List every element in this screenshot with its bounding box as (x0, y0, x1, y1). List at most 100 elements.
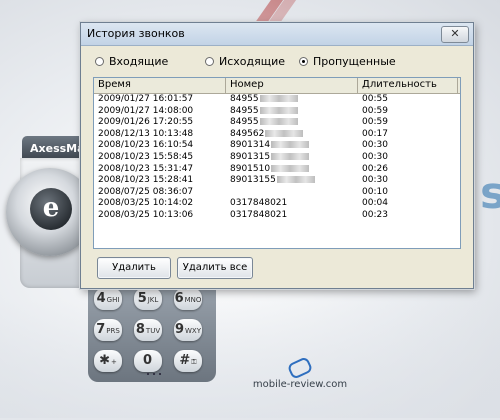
cell-number-text: 84955 (230, 117, 259, 128)
keypad-key-digit: # (179, 353, 191, 368)
keypad-key-letters: PRS (106, 327, 120, 335)
cell-time: 2008/10/23 15:58:45 (98, 151, 194, 162)
cell-time: 2008/10/23 16:10:54 (98, 140, 194, 151)
keypad-key-letters: ⚿ (191, 358, 197, 366)
masked-digits (259, 106, 298, 114)
table-row[interactable]: 2009/01/26 17:20:55 84955 00:59 (94, 117, 460, 129)
keypad-key[interactable]: 4GHI (94, 288, 122, 310)
cell-number: 8901315 (226, 152, 358, 164)
filter-radio-label: Исходящие (219, 55, 286, 68)
cell-time: 2009/01/27 14:08:00 (98, 105, 194, 116)
table-row[interactable]: 2008/10/23 16:10:54 8901314 00:30 (94, 140, 460, 152)
cell-number-text: 0317848021 (230, 198, 288, 209)
radio-checked-icon[interactable] (299, 57, 308, 66)
call-list-rows: 2009/01/27 16:01:57 84955 00:55 2009/01/27 … (94, 94, 460, 222)
cell-number: 8901314 (226, 140, 358, 152)
device-logo-button[interactable]: e (30, 188, 72, 230)
call-list[interactable]: Время Номер Длительность 2009/01/27 16:0… (93, 77, 461, 249)
table-row[interactable]: 2008/07/25 08:36:07 00:10 (94, 187, 460, 199)
table-row[interactable]: 2008/10/23 15:58:45 8901315 00:30 (94, 152, 460, 164)
keypad-key[interactable]: ✱+ (94, 350, 122, 372)
keypad-key[interactable]: 5JKL (134, 288, 162, 310)
call-filter-group: Входящие Исходящие Пропущенные (95, 53, 465, 73)
keypad-key[interactable]: 8TUV (134, 319, 162, 341)
cell-number-text: 84955 (230, 94, 259, 104)
cell-time: 2008/07/25 08:36:07 (98, 186, 194, 197)
keypad-key-letters: JKL (147, 296, 159, 304)
keypad-key[interactable]: 7PRS (94, 319, 122, 341)
filter-radio[interactable]: Пропущенные (299, 55, 396, 68)
masked-digits (271, 141, 310, 149)
table-row[interactable]: 2008/10/23 15:28:41 89013155 00:30 (94, 175, 460, 187)
cell-duration: 00:55 (362, 94, 388, 104)
column-header-time[interactable]: Время (94, 78, 226, 93)
cell-duration: 00:59 (362, 105, 388, 116)
keypad-key[interactable]: 0 (134, 350, 162, 372)
cell-number-text: 0317848021 (230, 209, 288, 220)
cell-number: 84955 (226, 106, 358, 118)
delete-button[interactable]: Удалить (97, 257, 171, 279)
keypad-key-digit: 8 (135, 322, 145, 337)
keypad-key-digit: 5 (137, 291, 147, 306)
window-titlebar[interactable]: История звонков ✕ (81, 23, 473, 46)
keypad-key-digit: 6 (174, 291, 184, 306)
cell-number-text: 84955 (230, 105, 259, 116)
filter-radio[interactable]: Исходящие (205, 55, 285, 68)
cell-number: 84955 (226, 94, 358, 106)
keypad-key-letters: TUV (145, 327, 161, 335)
keypad-key-letters: + (111, 358, 117, 366)
keypad-key-letters: GHI (106, 296, 120, 304)
filter-radio[interactable]: Входящие (95, 55, 168, 68)
keypad-key-digit: ✱ (99, 353, 111, 368)
table-row[interactable]: 2008/03/25 10:14:02 0317848021 00:04 (94, 198, 460, 210)
table-row[interactable]: 2008/10/23 15:31:47 8901510 00:26 (94, 164, 460, 176)
background-letter: s (480, 168, 500, 219)
table-row[interactable]: 2008/03/25 10:13:06 0317848021 00:23 (94, 210, 460, 222)
masked-digits (265, 129, 304, 137)
table-row[interactable]: 2009/01/27 14:08:00 84955 00:59 (94, 106, 460, 118)
keypad-key[interactable]: #⚿ (174, 350, 202, 372)
delete-all-button[interactable]: Удалить все (177, 257, 253, 279)
keypad-dots (145, 372, 165, 376)
cell-number: 8901510 (226, 164, 358, 176)
masked-digits (276, 176, 315, 184)
table-row[interactable]: 2008/12/13 10:13:48 849562 00:17 (94, 129, 460, 141)
cell-number-text: 8901315 (230, 151, 271, 162)
cell-number: 0317848021 (226, 198, 358, 210)
watermark: mobile-review.com (250, 356, 350, 390)
cell-duration: 00:30 (362, 151, 388, 162)
cell-duration: 00:59 (362, 117, 388, 128)
cell-duration: 00:04 (362, 198, 388, 209)
cell-duration: 00:10 (362, 186, 388, 197)
keypad-key-digit: 7 (96, 322, 106, 337)
keypad: 4GHI 5JKL 6MNO 7PRS 8TUV 9WXY ✱+ 0 #⚿ (88, 282, 216, 382)
masked-digits (271, 164, 310, 172)
call-history-window: История звонков ✕ Входящие Исходящие Пропу… (80, 22, 474, 289)
cell-time: 2008/03/25 10:13:06 (98, 209, 194, 220)
table-row[interactable]: 2009/01/27 16:01:57 84955 00:55 (94, 94, 460, 106)
cell-time: 2009/01/27 16:01:57 (98, 94, 194, 104)
keypad-key-digit: 4 (96, 291, 106, 306)
cell-time: 2008/10/23 15:28:41 (98, 175, 194, 186)
cell-duration: 00:26 (362, 163, 388, 174)
keypad-key[interactable]: 9WXY (174, 319, 202, 341)
cell-duration: 00:30 (362, 140, 388, 151)
cell-number: 849562 (226, 129, 358, 141)
radio-unchecked-icon[interactable] (205, 57, 214, 66)
column-header-duration[interactable]: Длительность (358, 78, 458, 93)
keypad-key[interactable]: 6MNO (174, 288, 202, 310)
cell-number: 89013155 (226, 175, 358, 187)
radio-unchecked-icon[interactable] (95, 57, 104, 66)
cell-time: 2008/12/13 10:13:48 (98, 128, 194, 139)
cell-number (226, 187, 358, 199)
cell-duration: 00:17 (362, 128, 388, 139)
close-button[interactable]: ✕ (441, 26, 469, 43)
keypad-key-letters: MNO (184, 296, 202, 304)
keypad-key-letters: WXY (185, 327, 202, 335)
cell-duration: 00:30 (362, 175, 388, 186)
watermark-text: mobile-review.com (252, 379, 348, 390)
cell-duration: 00:23 (362, 209, 388, 220)
column-header-number[interactable]: Номер (226, 78, 358, 93)
masked-digits (271, 152, 310, 160)
call-list-header: Время Номер Длительность (94, 78, 460, 94)
